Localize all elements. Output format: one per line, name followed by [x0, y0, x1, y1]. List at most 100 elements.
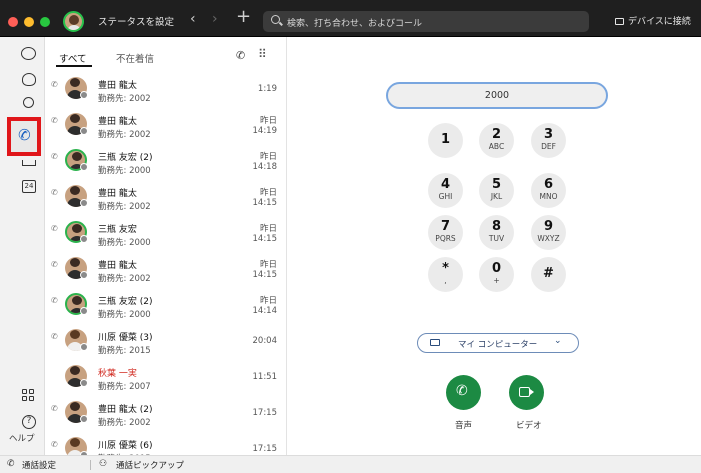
help-label[interactable]: ヘルプ	[9, 432, 35, 444]
call-history-row[interactable]: ✆ 三瓶 友宏 勤務先: 2000 昨日 14:15	[46, 216, 286, 252]
search-placeholder: 検索、打ち合わせ、およびコール	[287, 19, 423, 29]
presence-status-icon	[80, 343, 88, 351]
dialpad-key[interactable]: 2 ABC	[479, 123, 514, 158]
call-time: 17:15	[252, 444, 278, 454]
dialpad-key[interactable]: 7 PQRS	[428, 215, 463, 250]
presence-status-icon	[80, 307, 88, 315]
call-history-row[interactable]: ✆ 三瓶 友宏 (2) 勤務先: 2000 昨日 14:18	[46, 144, 286, 180]
outgoing-call-icon: ✆	[51, 80, 58, 89]
contact-number: 勤務先: 2015	[98, 346, 151, 356]
apps-icon[interactable]	[22, 389, 35, 402]
contact-number: 勤務先: 2002	[98, 274, 151, 284]
call-history-row[interactable]: 秋葉 一実 勤務先: 2007 11:51	[46, 360, 286, 396]
number-field[interactable]	[386, 82, 608, 109]
call-time: 14:19	[252, 126, 278, 136]
call-history-row[interactable]: ✆ 川原 優菜 (3) 勤務先: 2015 20:04	[46, 324, 286, 360]
call-time: 14:14	[252, 306, 278, 316]
dialpad-key[interactable]: 4 GHI	[428, 173, 463, 208]
contact-number: 勤務先: 2002	[98, 130, 151, 140]
contacts-icon[interactable]	[22, 160, 36, 166]
help-icon[interactable]: ?	[22, 415, 36, 429]
key-digit: 7	[440, 219, 451, 234]
key-digit: #	[543, 266, 554, 281]
video-call-button[interactable]	[509, 375, 544, 410]
outgoing-call-icon: ✆	[51, 332, 58, 341]
key-letters: DEF	[541, 142, 556, 151]
key-letters: JKL	[490, 192, 503, 201]
tab-all-underline	[56, 65, 92, 67]
contact-name: 三瓶 友宏 (2)	[98, 297, 153, 307]
audio-call-button[interactable]: ✆	[446, 375, 481, 410]
search-input[interactable]: 検索、打ち合わせ、およびコール	[263, 11, 589, 32]
contact-number: 勤務先: 2007	[98, 382, 151, 392]
window-close-button[interactable]	[8, 17, 18, 27]
calling-icon[interactable]: ✆	[7, 117, 41, 156]
call-history-row[interactable]: ✆ 豊田 龍太 勤務先: 2002 昨日 14:19	[46, 108, 286, 144]
audio-source-label: マイ コンピューター	[458, 340, 538, 350]
audio-call-label: 音声	[455, 421, 473, 431]
phone-icon: ✆	[456, 383, 468, 399]
outgoing-call-icon: ✆	[51, 440, 58, 449]
new-plus-icon[interactable]: +	[236, 8, 251, 26]
chat-icon[interactable]	[21, 47, 36, 60]
key-digit: 4	[440, 177, 451, 192]
forward-arrow-icon[interactable]: ›	[212, 11, 218, 27]
contact-name: 川原 優菜 (6)	[98, 441, 153, 451]
call-history-row[interactable]: ✆ 豊田 龍太 勤務先: 2002 1:19	[46, 72, 286, 108]
dialpad-key[interactable]: *,	[428, 257, 463, 292]
dialpad-key[interactable]: #	[531, 257, 566, 292]
bottom-bar: ✆ 通話設定 ⚇ 通話ピックアップ	[0, 455, 701, 473]
title-bar: ステータスを設定 ‹ › + 検索、打ち合わせ、およびコール デバイスに接続	[0, 0, 701, 37]
presence-status-icon	[80, 235, 88, 243]
call-pickup-button[interactable]: 通話ピックアップ	[116, 459, 184, 471]
dialpad-key[interactable]: 9 WXYZ	[531, 215, 566, 250]
dialpad-key[interactable]: 8 TUV	[479, 215, 514, 250]
dialpad-pane: 1 2ABC 3DEF 4GHI 5JKL 6MNO 7PQRS 8TUV 9WXYZ *, 0+ #…	[288, 37, 701, 455]
rail-search-icon[interactable]	[23, 97, 34, 108]
key-digit: 3	[543, 127, 554, 142]
contact-number: 勤務先: 2000	[98, 310, 151, 320]
key-letters: ,	[444, 276, 447, 285]
window-zoom-button[interactable]	[40, 17, 50, 27]
call-date: 昨日	[259, 188, 277, 198]
call-date: 昨日	[259, 224, 277, 234]
window-minimize-button[interactable]	[24, 17, 34, 27]
dialpad-key[interactable]: 1	[428, 123, 463, 158]
call-history-row[interactable]: ✆ 豊田 龍太 (2) 勤務先: 2002 17:15	[46, 396, 286, 432]
keypad-icon[interactable]: ⠿	[258, 47, 267, 61]
contact-name: 豊田 龍太	[98, 261, 137, 271]
calendar-icon[interactable]: 24	[22, 180, 36, 193]
teams-icon[interactable]	[22, 73, 36, 86]
call-history-row[interactable]: ✆ 豊田 龍太 勤務先: 2002 昨日 14:15	[46, 180, 286, 216]
user-avatar[interactable]	[63, 11, 84, 32]
key-letters: TUV	[488, 234, 505, 243]
tab-missed[interactable]: 不在着信	[116, 51, 154, 65]
number-input[interactable]	[388, 84, 606, 107]
call-settings-button[interactable]: 通話設定	[22, 459, 56, 471]
key-digit: 1	[440, 132, 451, 147]
presence-status-icon	[80, 271, 88, 279]
audio-source-select[interactable]: マイ コンピューター ⌄	[417, 333, 579, 353]
dialpad-key[interactable]: 3 DEF	[531, 123, 566, 158]
tab-all[interactable]: すべて	[59, 51, 86, 65]
dialpad-key[interactable]: 6 MNO	[531, 173, 566, 208]
set-status-button[interactable]: ステータスを設定	[98, 14, 174, 28]
call-history-row[interactable]: ✆ 川原 優菜 (6) 勤務先: 201517:15	[46, 432, 286, 455]
contact-name: 三瓶 友宏	[98, 225, 137, 235]
call-pickup-icon: ⚇	[99, 459, 108, 469]
dialpad-key[interactable]: 0 +	[479, 257, 514, 292]
dial-icon[interactable]: ✆	[236, 49, 245, 62]
presence-status-icon	[80, 379, 88, 387]
outgoing-call-icon: ✆	[51, 152, 58, 161]
call-time: 14:15	[252, 270, 278, 280]
call-history-row[interactable]: ✆ 豊田 龍太 勤務先: 2002 昨日 14:15	[46, 252, 286, 288]
key-digit: 2	[491, 127, 502, 142]
call-history-row[interactable]: ✆ 三瓶 友宏 (2) 勤務先: 2000 昨日 14:14	[46, 288, 286, 324]
key-letters: +	[493, 276, 500, 285]
dialpad-key[interactable]: 5 JKL	[479, 173, 514, 208]
back-arrow-icon[interactable]: ‹	[190, 11, 196, 27]
connect-device-button[interactable]: デバイスに接続	[615, 14, 691, 27]
call-time: 11:51	[252, 372, 278, 382]
call-date: 昨日	[259, 152, 277, 162]
key-digit: 5	[491, 177, 502, 192]
